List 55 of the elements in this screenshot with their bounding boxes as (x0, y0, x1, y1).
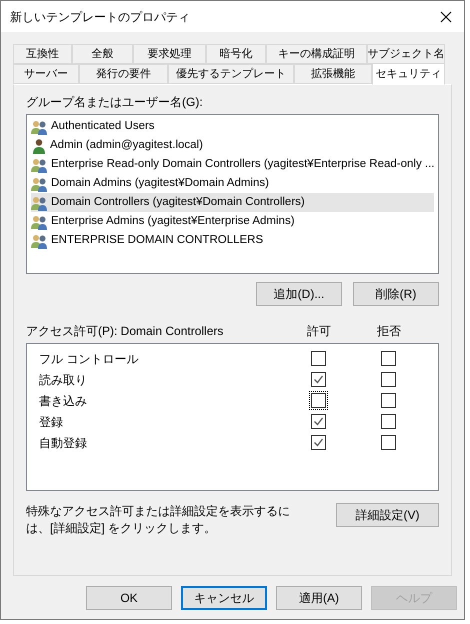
check-icon (312, 374, 324, 385)
checkbox[interactable] (310, 372, 326, 387)
list-item[interactable]: ENTERPRISE DOMAIN CONTROLLERS (31, 231, 434, 250)
group-icon (31, 156, 48, 172)
checkbox[interactable] (380, 372, 396, 387)
tab[interactable]: 互換性 (13, 44, 72, 64)
list-item[interactable]: Domain Controllers (yagitest¥Domain Controllers) (31, 193, 434, 212)
group-icon (31, 232, 48, 248)
group-icon (31, 176, 48, 192)
group-icon (31, 194, 48, 210)
permission-name: フル コントロール (38, 350, 140, 368)
advanced-hint: 特殊なアクセス許可または詳細設定を表示するには、[詳細設定] をクリックします。 (26, 503, 291, 537)
button[interactable]: 追加(D)... (256, 282, 342, 306)
check-icon (312, 416, 324, 427)
window-title: 新しいテンプレートのプロパティ (10, 8, 190, 26)
permission-name: 自動登録 (38, 434, 88, 452)
list-item[interactable]: Enterprise Admins (yagitest¥Enterprise Admins) (31, 212, 434, 231)
button[interactable]: OK (86, 586, 172, 610)
list-item[interactable]: Enterprise Read-only Domain Controllers (yagitest¥Enterprise Read-only ... (31, 155, 434, 174)
close-icon[interactable] (440, 10, 452, 22)
permissions-label: アクセス許可(P): Domain Controllers (26, 323, 224, 340)
button[interactable]: 適用(A) (276, 586, 362, 610)
list-item[interactable]: Authenticated Users (31, 117, 434, 136)
button[interactable]: 削除(R) (353, 282, 439, 306)
tab[interactable]: セキュリティ (372, 63, 445, 85)
permission-name: 読み取り (38, 372, 88, 388)
tab[interactable]: キーの構成証明 (266, 44, 367, 64)
tab[interactable]: 要求処理 (133, 44, 206, 64)
column-header: 許可 (306, 323, 332, 340)
user-icon (31, 138, 47, 154)
tab[interactable]: サーバー (13, 64, 79, 84)
checkbox[interactable] (380, 435, 396, 450)
checkbox[interactable] (310, 351, 326, 366)
group-list-label: グループ名またはユーザー名(G): (26, 94, 204, 111)
checkbox[interactable] (380, 414, 396, 429)
list-item[interactable]: Admin (admin@yagitest.local) (31, 136, 434, 155)
group-icon (31, 118, 48, 134)
list-item[interactable]: Domain Admins (yagitest¥Domain Admins) (31, 174, 434, 193)
column-header: 拒否 (376, 323, 402, 340)
tab[interactable]: 発行の要件 (79, 64, 168, 84)
checkbox[interactable] (310, 435, 326, 450)
group-icon (31, 214, 48, 230)
button[interactable]: キャンセル (181, 586, 267, 610)
checkbox[interactable] (380, 393, 396, 408)
permission-name: 登録 (38, 414, 64, 430)
button[interactable]: 詳細設定(V) (336, 503, 439, 527)
permission-name: 書き込み (38, 392, 88, 410)
tab[interactable]: サブジェクト名 (367, 44, 445, 64)
tab[interactable]: 全般 (72, 44, 133, 64)
tab[interactable]: 拡張機能 (294, 64, 372, 84)
tab[interactable]: 暗号化 (206, 44, 266, 64)
tab[interactable]: 優先するテンプレート (168, 64, 294, 84)
checkbox[interactable] (380, 351, 396, 366)
checkbox[interactable] (310, 414, 326, 429)
check-icon (312, 437, 324, 448)
